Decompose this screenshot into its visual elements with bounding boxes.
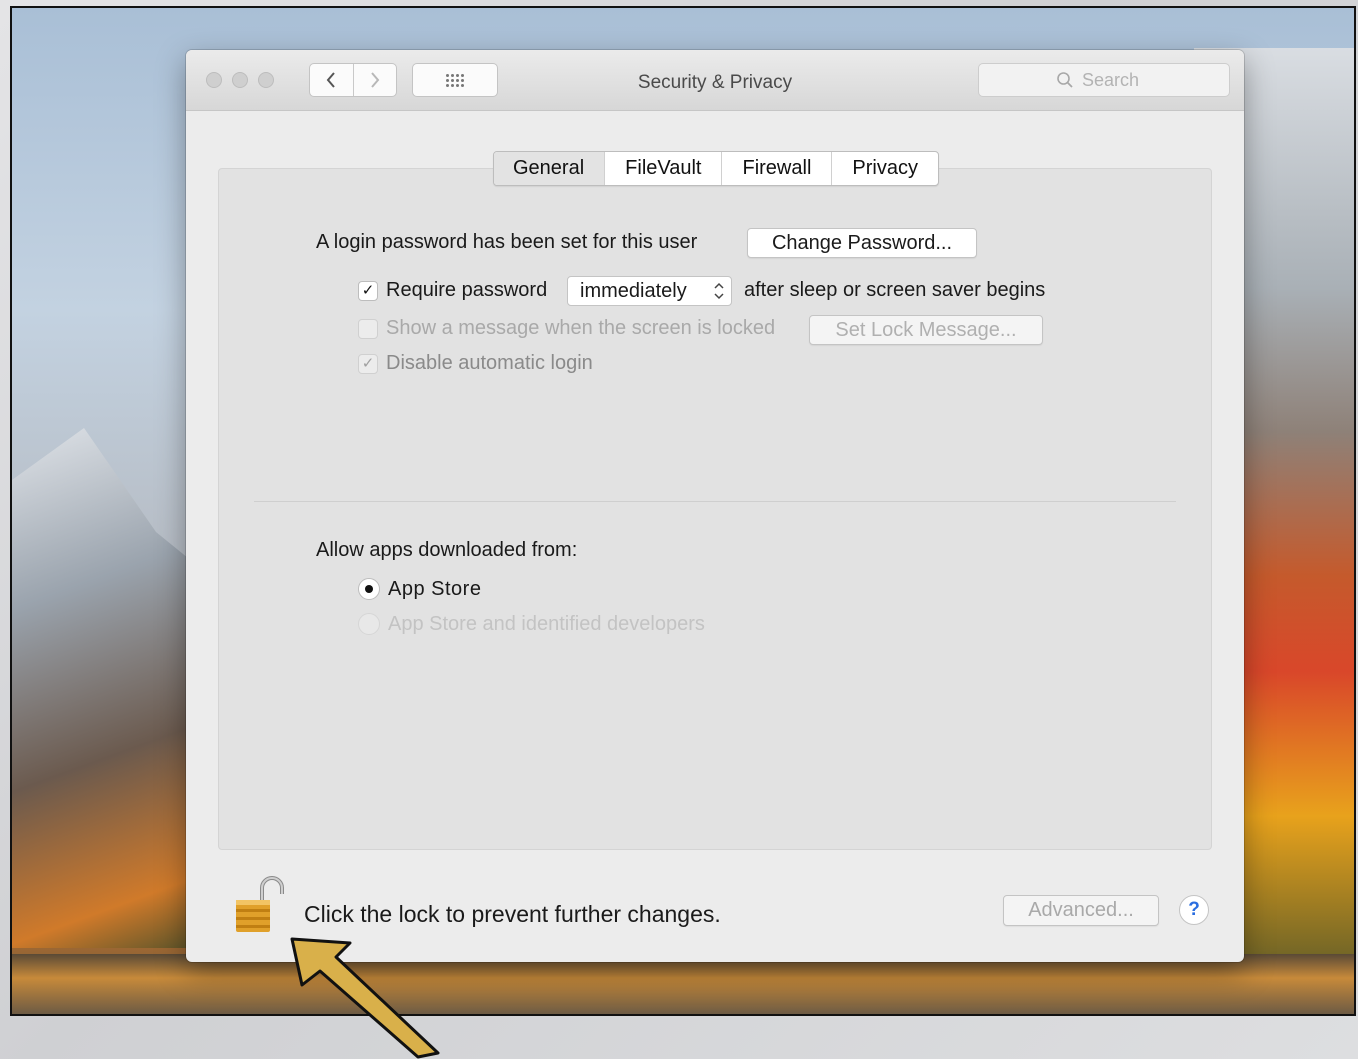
app-store-identified-radio[interactable] xyxy=(358,613,380,635)
general-panel xyxy=(218,168,1212,850)
app-store-identified-radio-label: App Store and identified developers xyxy=(388,613,705,635)
require-password-delay-select[interactable]: immediately xyxy=(567,276,732,306)
tab-filevault[interactable]: FileVault xyxy=(604,152,721,185)
show-message-checkbox[interactable] xyxy=(358,319,378,339)
updown-chevron-icon xyxy=(713,277,725,315)
app-store-radio-label: App Store xyxy=(388,578,482,600)
disable-auto-login-checkbox[interactable]: ✓ xyxy=(358,354,378,374)
title-bar: Security & Privacy xyxy=(186,50,1244,111)
search-input[interactable] xyxy=(1082,69,1152,91)
login-password-text: A login password has been set for this u… xyxy=(316,231,698,253)
allow-apps-title: Allow apps downloaded from: xyxy=(316,539,578,561)
padlock-open-icon[interactable] xyxy=(234,874,284,936)
search-icon xyxy=(1057,72,1073,88)
tab-privacy[interactable]: Privacy xyxy=(831,152,938,185)
wallpaper-lake xyxy=(12,954,1354,1014)
help-button[interactable]: ? xyxy=(1179,895,1209,925)
require-password-label: Require password xyxy=(386,279,548,301)
require-password-checkbox[interactable]: ✓ xyxy=(358,281,378,301)
change-password-button[interactable]: Change Password... xyxy=(747,228,977,258)
require-password-suffix: after sleep or screen saver begins xyxy=(744,279,1046,301)
advanced-button[interactable]: Advanced... xyxy=(1003,895,1159,926)
search-field[interactable] xyxy=(978,63,1230,97)
section-divider xyxy=(254,501,1176,502)
tab-general[interactable]: General xyxy=(494,152,605,185)
set-lock-message-button[interactable]: Set Lock Message... xyxy=(809,315,1043,345)
tab-firewall[interactable]: Firewall xyxy=(721,152,831,185)
select-value: immediately xyxy=(580,280,687,302)
disable-auto-login-label: Disable automatic login xyxy=(386,352,593,374)
tab-bar: General FileVault Firewall Privacy xyxy=(493,151,939,186)
lock-status-text: Click the lock to prevent further change… xyxy=(304,901,721,927)
arrow-annotation-icon xyxy=(290,937,440,1059)
app-store-radio[interactable] xyxy=(358,578,380,600)
security-privacy-window: Security & Privacy General FileVault Fir… xyxy=(186,50,1244,962)
show-message-label: Show a message when the screen is locked xyxy=(386,317,776,339)
